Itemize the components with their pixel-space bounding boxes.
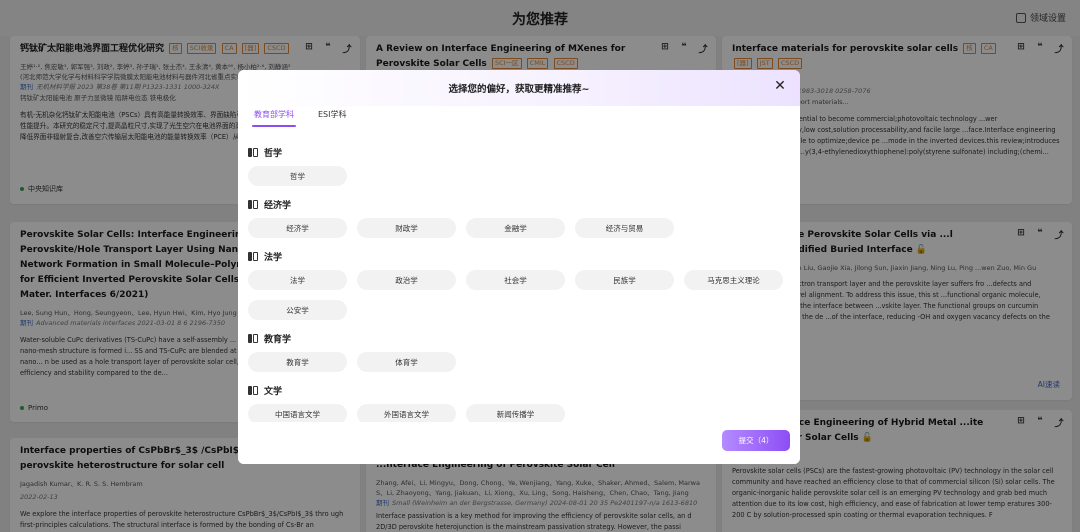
- subject-tabs: 教育部学科 ESI学科: [252, 108, 349, 127]
- close-icon[interactable]: ✕: [772, 78, 788, 94]
- book-icon: [248, 251, 258, 261]
- subject-chips: 中国语言文学 外国语言文学 新闻传播学: [248, 404, 790, 424]
- subject-chip[interactable]: 教育学: [248, 352, 347, 372]
- category-group: 文学 中国语言文学 外国语言文学 新闻传播学: [248, 378, 790, 424]
- subject-chip[interactable]: 法学: [248, 270, 347, 290]
- modal-footer: 提交（4）: [238, 422, 800, 464]
- subject-chip[interactable]: 金融学: [466, 218, 565, 238]
- subject-chips: 哲学: [248, 166, 790, 186]
- subject-chip[interactable]: 经济学: [248, 218, 347, 238]
- category-group: 法学 法学 政治学 社会学 民族学 马克思主义理论 公安学: [248, 244, 790, 320]
- category-heading: 经济学: [248, 192, 790, 216]
- book-icon: [248, 199, 258, 209]
- subject-chip[interactable]: 中国语言文学: [248, 404, 347, 424]
- subject-chip[interactable]: 经济与贸易: [575, 218, 674, 238]
- category-group: 教育学 教育学 体育学: [248, 326, 790, 372]
- category-list[interactable]: 哲学 哲学 经济学 经济学 财政学 金融学 经济与贸易 法学 法学 政治学 社会…: [248, 140, 790, 426]
- submit-button[interactable]: 提交（4）: [722, 430, 790, 451]
- book-icon: [248, 385, 258, 395]
- preference-modal: 选择您的偏好，获取更精准推荐~ ✕ 教育部学科 ESI学科 哲学 哲学 经济学 …: [238, 70, 800, 464]
- subject-chip[interactable]: 外国语言文学: [357, 404, 456, 424]
- subject-chip[interactable]: 新闻传播学: [466, 404, 565, 424]
- tab-moe-subjects[interactable]: 教育部学科: [252, 108, 296, 127]
- book-icon: [248, 333, 258, 343]
- modal-title: 选择您的偏好，获取更精准推荐~: [448, 84, 590, 95]
- tab-esi-subjects[interactable]: ESI学科: [316, 108, 349, 127]
- subject-chip[interactable]: 马克思主义理论: [684, 270, 783, 290]
- category-heading: 哲学: [248, 140, 790, 164]
- subject-chips: 教育学 体育学: [248, 352, 790, 372]
- subject-chip[interactable]: 体育学: [357, 352, 456, 372]
- subject-chip[interactable]: 哲学: [248, 166, 347, 186]
- subject-chip[interactable]: 社会学: [466, 270, 565, 290]
- category-group: 哲学 哲学: [248, 140, 790, 186]
- subject-chip[interactable]: 民族学: [575, 270, 674, 290]
- category-heading: 文学: [248, 378, 790, 402]
- subject-chips: 经济学 财政学 金融学 经济与贸易: [248, 218, 790, 238]
- subject-chip[interactable]: 财政学: [357, 218, 456, 238]
- subject-chips: 法学 政治学 社会学 民族学 马克思主义理论 公安学: [248, 270, 790, 320]
- modal-header: 选择您的偏好，获取更精准推荐~ ✕: [238, 70, 800, 106]
- category-group: 经济学 经济学 财政学 金融学 经济与贸易: [248, 192, 790, 238]
- category-heading: 教育学: [248, 326, 790, 350]
- subject-chip[interactable]: 政治学: [357, 270, 456, 290]
- book-icon: [248, 147, 258, 157]
- subject-chip[interactable]: 公安学: [248, 300, 347, 320]
- category-heading: 法学: [248, 244, 790, 268]
